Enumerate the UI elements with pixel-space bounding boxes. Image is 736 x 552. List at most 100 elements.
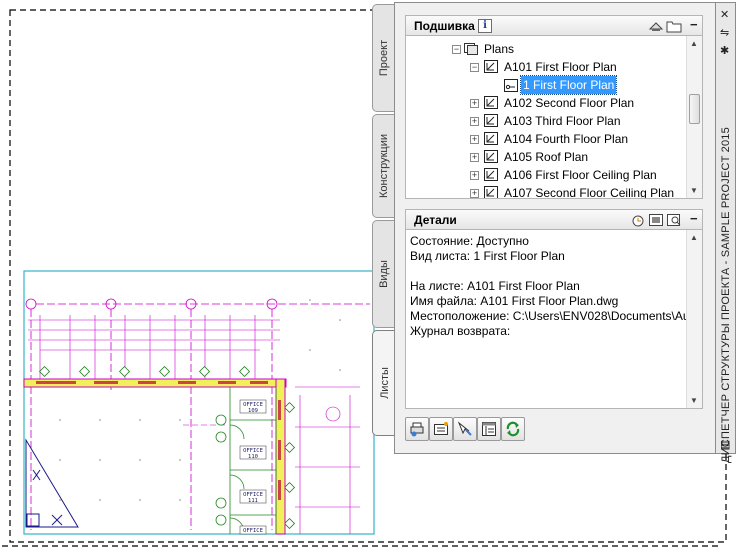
tab-constructs[interactable]: Конструкции xyxy=(372,114,394,218)
sheet-list-icon xyxy=(434,422,448,435)
tree-node-sheet[interactable]: + A104 Fourth Floor Plan xyxy=(406,130,686,148)
collapse-sheet-set-button[interactable]: − xyxy=(690,17,698,32)
expand-expander[interactable]: + xyxy=(470,135,479,144)
tree-node-sheet[interactable]: − A101 First Floor Plan xyxy=(406,58,686,76)
collapse-expander[interactable]: − xyxy=(452,45,461,54)
sheet-set-header: Подшивка i − xyxy=(405,15,703,35)
scroll-down-arrow-icon[interactable]: ▼ xyxy=(690,186,698,195)
details-title: Детали xyxy=(414,213,457,227)
properties-gear-icon[interactable]: ✱ xyxy=(720,45,729,57)
sheet-set-manager-palette: Проект Конструкции Виды Листы Подшивка i… xyxy=(372,2,736,463)
room-number: 109 xyxy=(248,408,258,414)
door-tags xyxy=(215,414,227,526)
palette-content: Подшивка i − − Plans − A101 First Floor … xyxy=(394,2,716,454)
tree-node-label: A104 Fourth Floor Plan xyxy=(504,132,629,146)
details-header: Детали − xyxy=(405,209,703,229)
ucs-icon xyxy=(25,438,79,528)
properties-icon xyxy=(482,422,496,436)
tree-node-label: Plans xyxy=(484,42,515,56)
view-icon xyxy=(504,79,518,92)
expand-expander[interactable]: + xyxy=(470,117,479,126)
expand-expander[interactable]: + xyxy=(470,171,479,180)
palette-menu-icon[interactable]: ▤ xyxy=(720,439,730,451)
detail-status: Состояние: Доступно xyxy=(410,234,529,248)
scroll-up-arrow-icon[interactable]: ▲ xyxy=(690,39,698,48)
sheet-icon xyxy=(484,132,498,145)
sheet-selection-icon[interactable] xyxy=(648,19,664,33)
tree-node-sheet[interactable]: + A105 Roof Plan xyxy=(406,148,686,166)
collapse-expander[interactable]: − xyxy=(470,63,479,72)
expand-expander[interactable]: + xyxy=(470,189,479,198)
palette-title: ДИСПЕТЧЕР СТРУКТУРЫ ПРОЕКТА - SAMPLE PRO… xyxy=(720,127,732,463)
tab-sheets[interactable]: Листы xyxy=(372,330,396,436)
palette-tabs: Проект Конструкции Виды Листы xyxy=(372,2,396,438)
expand-expander[interactable]: + xyxy=(470,99,479,108)
scroll-thumb[interactable] xyxy=(689,94,700,124)
select-icon xyxy=(457,421,472,436)
sheet-icon xyxy=(484,96,498,109)
zoom-preview-icon[interactable] xyxy=(666,213,682,227)
tab-label: Конструкции xyxy=(377,133,390,199)
tree-node-sheet[interactable]: + A107 Second Floor Ceiling Plan xyxy=(406,184,686,199)
palette-title-bar[interactable]: ✕ ⇋ ✱ ДИСПЕТЧЕР СТРУКТУРЫ ПРОЕКТА - SAMP… xyxy=(716,2,736,463)
sheet-icon xyxy=(484,186,498,198)
tree-node-view[interactable]: 1 First Floor Plan xyxy=(406,75,686,95)
grid-bubbles xyxy=(25,298,370,530)
publish-button[interactable] xyxy=(405,417,429,441)
viewport-frame xyxy=(23,270,375,535)
tree-node-sheet[interactable]: + A106 First Floor Ceiling Plan xyxy=(406,166,686,184)
detail-on-sheet: На листе: A101 First Floor Plan xyxy=(410,279,580,293)
details-view-icon[interactable] xyxy=(648,213,664,227)
tree-node-label: A101 First Floor Plan xyxy=(504,60,617,74)
tree-node-sheet[interactable]: + A102 Second Floor Plan xyxy=(406,94,686,112)
scroll-down-arrow-icon[interactable]: ▼ xyxy=(690,396,698,405)
select-button[interactable] xyxy=(453,417,477,441)
tree-node-label: A106 First Floor Ceiling Plan xyxy=(504,168,657,182)
room-number: 111 xyxy=(248,498,258,504)
splitter-grip[interactable] xyxy=(545,202,565,213)
tree-node-label: 1 First Floor Plan xyxy=(519,75,618,95)
tab-label: Проект xyxy=(377,39,390,77)
tree-node-label: A102 Second Floor Plan xyxy=(504,96,635,110)
tree-node-label: A107 Second Floor Ceiling Plan xyxy=(504,186,675,199)
tab-label: Листы xyxy=(378,367,391,399)
sheet-icon xyxy=(484,168,498,181)
preview-icon[interactable] xyxy=(630,213,646,227)
expand-expander[interactable]: + xyxy=(470,153,479,162)
sheet-icon xyxy=(484,114,498,127)
tree-node-plans[interactable]: − Plans xyxy=(406,40,686,58)
room-number: 110 xyxy=(248,454,258,460)
details-pane: Состояние: Доступно Вид листа: 1 First F… xyxy=(405,229,703,409)
detail-return-log: Журнал возврата: xyxy=(410,324,511,338)
tree-scrollbar[interactable]: ▲ ▼ xyxy=(686,36,702,198)
tree-node-sheet[interactable]: + A103 Third Floor Plan xyxy=(406,112,686,130)
detail-location: Местоположение: C:\Users\ENV028\Document… xyxy=(410,309,703,323)
detail-sheet-view: Вид листа: 1 First Floor Plan xyxy=(410,249,565,263)
tree-node-label: A105 Roof Plan xyxy=(504,150,589,164)
collapse-details-button[interactable]: − xyxy=(690,211,698,226)
sheet-icon xyxy=(484,150,498,163)
tree-node-label: A103 Third Floor Plan xyxy=(504,114,621,128)
open-folder-icon[interactable] xyxy=(666,19,682,33)
room-label: OFFICE xyxy=(243,528,263,534)
properties-button[interactable] xyxy=(477,417,501,441)
publish-icon xyxy=(410,422,424,437)
tab-project[interactable]: Проект xyxy=(372,4,394,112)
sheet-icon xyxy=(484,60,498,73)
details-scrollbar[interactable]: ▲ ▼ xyxy=(686,230,702,408)
tab-label: Виды xyxy=(377,260,390,288)
refresh-button[interactable] xyxy=(501,417,525,441)
sheet-list-button[interactable] xyxy=(429,417,453,441)
refresh-icon xyxy=(506,421,520,437)
scroll-up-arrow-icon[interactable]: ▲ xyxy=(690,233,698,242)
info-icon[interactable]: i xyxy=(478,19,492,33)
detail-file-name: Имя файла: A101 First Floor Plan.dwg xyxy=(410,294,619,308)
auto-hide-icon[interactable]: ⇋ xyxy=(720,27,729,39)
grid-dots xyxy=(59,299,341,501)
sheet-set-title: Подшивка xyxy=(414,19,475,33)
close-icon[interactable]: ✕ xyxy=(720,9,729,21)
right-grid-lines xyxy=(183,386,360,534)
folder-icon xyxy=(464,42,478,55)
sheet-tree[interactable]: − Plans − A101 First Floor Plan 1 First xyxy=(405,35,703,199)
tab-views[interactable]: Виды xyxy=(372,220,394,328)
